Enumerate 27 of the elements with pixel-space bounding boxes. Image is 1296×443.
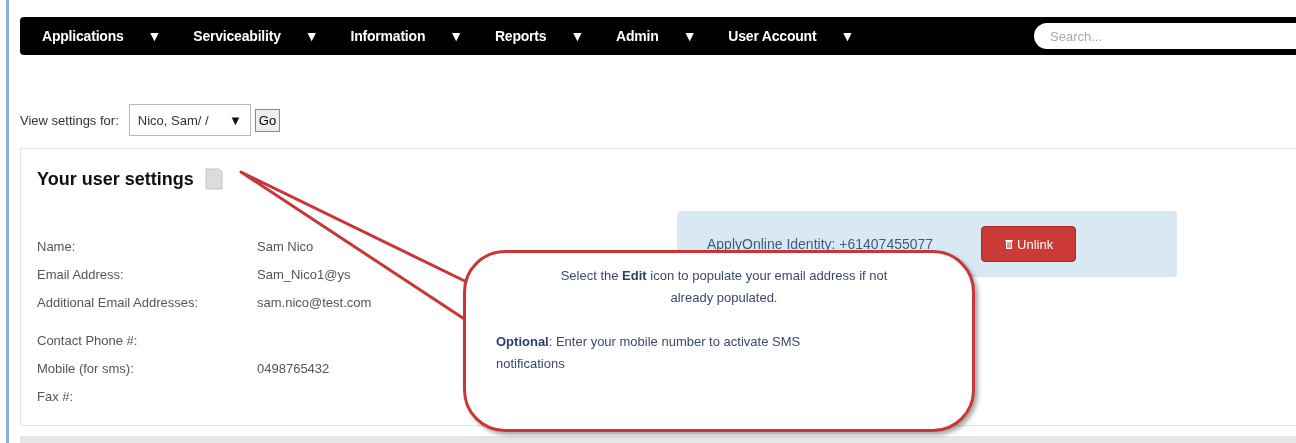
go-button[interactable]: Go (254, 108, 281, 132)
nav-menu[interactable]: Admin ▼ (616, 28, 697, 44)
field-label: Name: (37, 238, 77, 254)
trash-icon (1004, 238, 1015, 250)
field-value: Sam Nico (257, 238, 314, 254)
identity-text: ApplyOnline Identity: +61407455077 (707, 236, 934, 252)
panel-title: Your user settings (37, 168, 194, 190)
unlink-button[interactable]: Unlink (981, 226, 1077, 262)
field-value: sam.nico@test.com (257, 294, 372, 310)
nav-menu[interactable]: Applications ▼ (42, 28, 162, 44)
user-select[interactable]: Nico, Sam/ / ▼ (128, 104, 251, 136)
field-label: Additional Email Addresses: (37, 294, 200, 310)
callout-text: Optional: Enter your mobile number to activate SMS notifications (496, 333, 802, 373)
view-settings-label: View settings for: (20, 112, 119, 128)
edit-icon[interactable] (203, 167, 224, 191)
callout-text: Select the Edit icon to populate your email address if not already populated. (559, 267, 889, 307)
nav-menu[interactable]: Information ▼ (350, 28, 463, 44)
nav-menu[interactable]: Serviceability ▼ (193, 28, 319, 44)
field-label: Fax #: (37, 388, 75, 404)
field-label: Contact Phone #: (37, 332, 139, 348)
field-label: Email Address: (37, 266, 125, 282)
field-value: 0498765432 (257, 360, 330, 376)
nav-menu[interactable]: User Account ▼ (728, 28, 855, 44)
field-value: Sam_Nico1@ys (257, 266, 351, 282)
field-label: Mobile (for sms): (37, 360, 135, 376)
nav-menu[interactable]: Reports ▼ (494, 28, 585, 44)
search-field[interactable]: Search... (1034, 23, 1296, 49)
